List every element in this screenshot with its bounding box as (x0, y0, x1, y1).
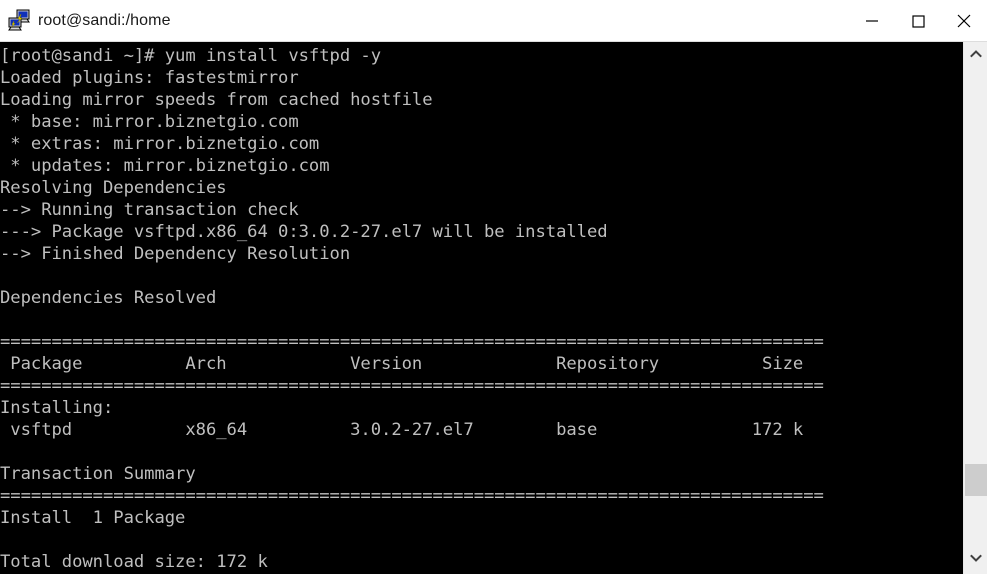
scrollbar-track[interactable] (964, 68, 987, 548)
close-icon (953, 10, 975, 32)
terminal-line: Loaded plugins: fastestmirror (0, 68, 299, 88)
chevron-up-icon (969, 47, 983, 66)
scroll-up-button[interactable] (964, 44, 987, 68)
terminal-output-area[interactable]: [root@sandi ~]# yum install vsftpd -y Loa… (0, 42, 963, 574)
terminal-line: --> Finished Dependency Resolution (0, 244, 351, 264)
terminal-line: Installing: (0, 398, 114, 418)
terminal-line: vsftpd x86_64 3.0.2-27.el7 base 172 k (0, 420, 804, 440)
terminal-line: ---> Package vsftpd.x86_64 0:3.0.2-27.el… (0, 222, 608, 242)
minimize-button[interactable] (849, 0, 895, 42)
terminal-line: Install 1 Package (0, 508, 186, 528)
title-bar: root@sandi:/home (0, 0, 987, 42)
terminal-window: root@sandi:/home [root@sandi ~]# yum ins… (0, 0, 987, 574)
maximize-button[interactable] (895, 0, 941, 42)
terminal-line: Loading mirror speeds from cached hostfi… (0, 90, 433, 110)
chevron-down-icon (969, 551, 983, 570)
terminal-line: --> Running transaction check (0, 200, 299, 220)
window-title: root@sandi:/home (38, 11, 171, 29)
maximize-icon (907, 10, 929, 32)
close-button[interactable] (941, 0, 987, 42)
terminal-line: [root@sandi ~]# yum install vsftpd -y (0, 46, 382, 66)
window-controls (849, 0, 987, 42)
terminal-line: ========================================… (0, 486, 824, 506)
terminal-line: * updates: mirror.biznetgio.com (0, 156, 330, 176)
terminal-text: [root@sandi ~]# yum install vsftpd -y Loa… (0, 45, 824, 573)
terminal-line: Resolving Dependencies (0, 178, 227, 198)
terminal-line: ========================================… (0, 332, 824, 352)
terminal-line: Total download size: 172 k (0, 552, 268, 572)
minimize-icon (861, 10, 883, 32)
terminal-line: ========================================… (0, 376, 824, 396)
terminal-line: Package Arch Version Repository Size (0, 354, 804, 374)
scroll-down-button[interactable] (964, 548, 987, 572)
terminal-line: Dependencies Resolved (0, 288, 217, 308)
vertical-scrollbar[interactable] (963, 42, 987, 574)
putty-terminal-icon (6, 8, 32, 34)
terminal-line: Transaction Summary (0, 464, 196, 484)
scrollbar-thumb[interactable] (965, 464, 987, 496)
terminal-line: * extras: mirror.biznetgio.com (0, 134, 320, 154)
terminal-line: * base: mirror.biznetgio.com (0, 112, 299, 132)
